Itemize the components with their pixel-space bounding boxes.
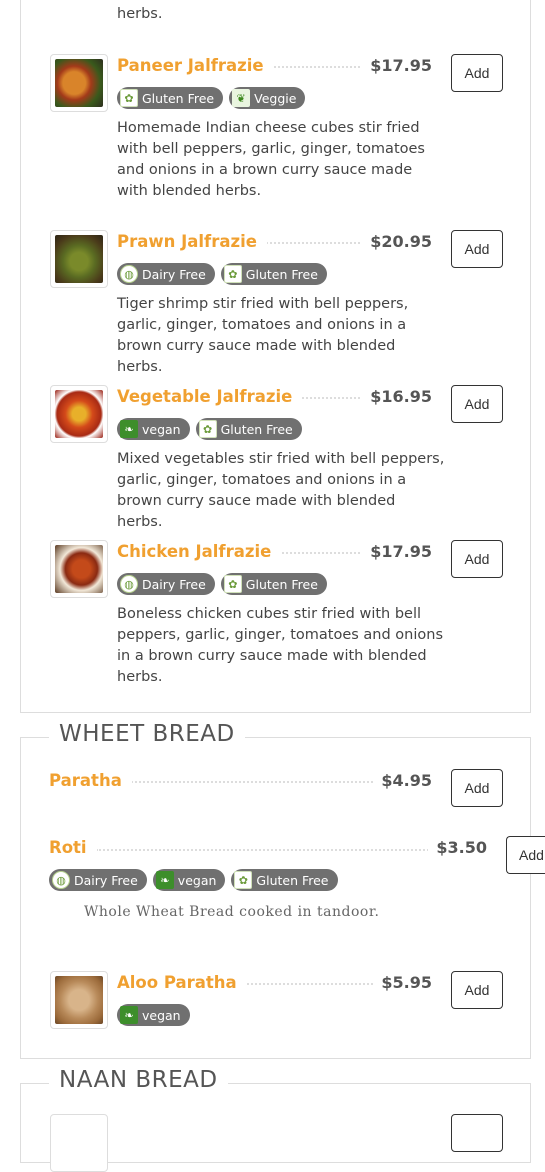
add-button[interactable]: Add [451,385,503,423]
item-name[interactable]: Paratha [49,771,132,790]
gluten-free-icon: ✿ [120,89,138,107]
badge-gluten-free: ✿ Gluten Free [195,418,302,440]
item-description: Whole Wheat Bread cooked in tandoor. [84,904,380,920]
dairy-free-icon: ◍ [120,575,138,593]
vegan-icon: ❧ [155,871,174,889]
add-button[interactable]: Add [451,230,503,268]
badge-list: ◍ Dairy Free ✿ Gluten Free [117,573,327,595]
menu-section-naan-bread: NAAN BREAD [20,1067,531,1172]
badge-vegan: ❧ vegan [117,418,190,440]
dotted-leader [96,849,436,851]
item-thumbnail[interactable] [50,971,108,1029]
badge-gluten-free: ✿ Gluten Free [220,263,327,285]
item-name[interactable]: Paneer Jalfrazie [117,56,274,75]
badge-gluten-free: ✿ Gluten Free [220,573,327,595]
item-description: Mixed vegetables stir fried with bell pe… [117,451,445,530]
section-title: NAAN BREAD [49,1067,228,1093]
badge-vegan: ❧ vegan [117,1004,190,1026]
gluten-free-icon: ✿ [223,575,242,593]
gluten-free-icon: ✿ [198,420,217,438]
menu-section-jalfrazie: herbs. Paneer Jalfrazie $17.95 Add ✿ Glut… [20,0,531,713]
item-name[interactable]: Vegetable Jalfrazie [117,387,303,406]
item-thumbnail[interactable] [50,385,108,443]
add-button[interactable]: Add [451,971,503,1009]
item-description: Boneless chicken cubes stir fried with b… [117,606,444,685]
add-button[interactable] [451,1114,503,1152]
item-name[interactable]: Roti [49,838,97,857]
badge-dairy-free: ◍ Dairy Free [49,869,147,891]
item-price: $17.95 [362,56,432,75]
item-name[interactable]: Chicken Jalfrazie [117,542,282,561]
vegetable-jalfrazie-image [55,390,103,438]
menu-section-wheet-bread: WHEET BREAD Paratha $4.95 Add Roti $3.50… [20,721,545,1059]
item-thumbnail[interactable] [50,54,108,112]
item-thumbnail[interactable] [50,1114,108,1172]
item-price: $17.95 [362,542,432,561]
item-price: $5.95 [373,973,432,992]
item-price: $4.95 [373,771,432,790]
add-button[interactable]: Add [451,769,503,807]
badge-list: ✿ Gluten Free ❦ Veggie [117,87,306,109]
item-price: $20.95 [362,232,432,251]
item-price: $16.95 [362,387,432,406]
item-price: $3.50 [428,838,487,857]
badge-list: ❧ vegan [117,1004,190,1026]
dairy-free-icon: ◍ [52,871,70,889]
badge-gluten-free: ✿ Gluten Free [117,87,224,109]
dotted-leader [231,983,381,985]
section-title: WHEET BREAD [49,721,245,747]
dairy-free-icon: ◍ [120,265,138,283]
badge-veggie: ❦ Veggie [229,87,306,109]
item-name[interactable]: Aloo Paratha [117,973,247,992]
veggie-icon: ❦ [232,89,251,107]
badge-list: ◍ Dairy Free ✿ Gluten Free [117,263,327,285]
gluten-free-icon: ✿ [223,265,242,283]
gluten-free-icon: ✿ [234,871,253,889]
item-name[interactable]: Prawn Jalfrazie [117,232,267,251]
item-description: Tiger shrimp stir fried with bell pepper… [117,296,409,375]
add-button[interactable]: Add [451,54,503,92]
badge-gluten-free: ✿ Gluten Free [231,869,338,891]
badge-dairy-free: ◍ Dairy Free [117,573,215,595]
badge-dairy-free: ◍ Dairy Free [117,263,215,285]
item-thumbnail[interactable] [50,230,108,288]
vegan-icon: ❧ [120,1006,138,1024]
chicken-jalfrazie-image [55,545,103,593]
vegan-icon: ❧ [120,420,138,438]
item-description-tail: herbs. [117,6,163,22]
item-thumbnail[interactable] [50,540,108,598]
badge-list: ❧ vegan ✿ Gluten Free [117,418,302,440]
badge-list: ◍ Dairy Free ❧ vegan ✿ Gluten Free [49,869,338,891]
item-description: Homemade Indian cheese cubes stir fried … [117,120,425,199]
dotted-leader [131,781,381,783]
add-button[interactable]: Add [451,540,503,578]
prawn-jalfrazie-image [55,235,103,283]
aloo-paratha-image [55,976,103,1024]
paneer-jalfrazie-image [55,59,103,107]
badge-vegan: ❧ vegan [152,869,226,891]
add-button[interactable]: Add [506,836,545,874]
